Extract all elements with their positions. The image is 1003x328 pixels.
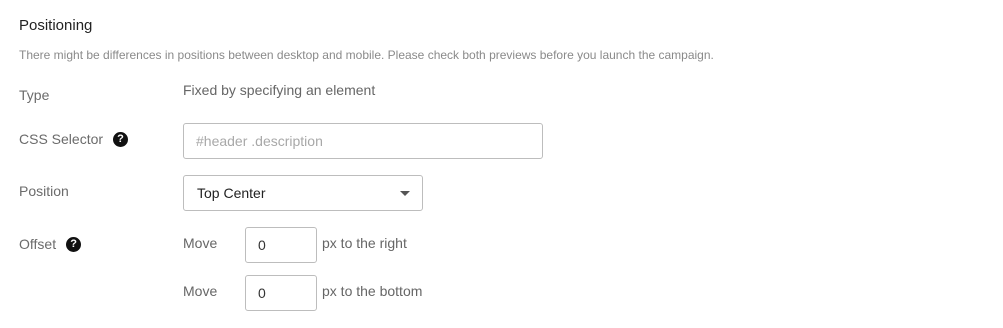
css-selector-label-text: CSS Selector [19,131,104,147]
offset-bottom-input[interactable] [245,275,317,311]
position-select[interactable]: Top Center [183,175,423,211]
type-label: Type [19,87,49,103]
section-title: Positioning [19,17,93,34]
section-description: There might be differences in positions … [19,48,714,62]
chevron-down-icon [400,191,410,196]
css-selector-input[interactable] [183,123,543,159]
css-selector-help-icon[interactable]: ? [113,131,129,147]
positioning-panel: Positioning There might be differences i… [0,0,1003,328]
css-selector-label: CSS Selector ? [19,131,129,147]
offset-bottom-suffix: px to the bottom [322,283,423,299]
offset-right-input[interactable] [245,227,317,263]
offset-label-text: Offset [19,236,57,252]
position-label-text: Position [19,183,69,199]
offset-right-suffix: px to the right [322,235,407,251]
type-value: Fixed by specifying an element [183,82,376,98]
position-selected-value: Top Center [197,185,266,201]
offset-label: Offset ? [19,236,82,252]
type-label-text: Type [19,87,50,103]
offset-right-prefix: Move [183,235,218,251]
position-label: Position [19,183,69,199]
offset-help-icon[interactable]: ? [66,236,82,252]
offset-bottom-prefix: Move [183,283,218,299]
